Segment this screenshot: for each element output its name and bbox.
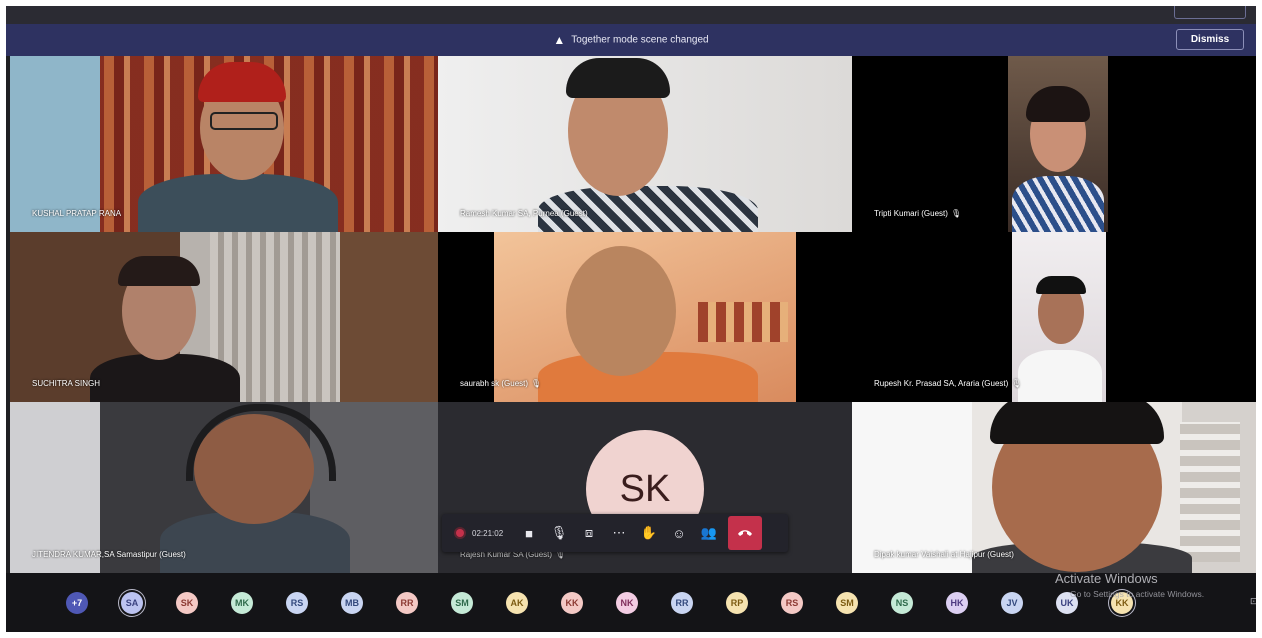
participant-avatar[interactable]: SK <box>176 592 198 614</box>
video-tile-ramesh[interactable]: Ramesh Kumar SA, Purnea (Guest) <box>438 56 852 232</box>
activation-watermark-title: Activate Windows <box>1055 571 1158 586</box>
participant-avatar[interactable]: RS <box>286 592 308 614</box>
person-body <box>1018 350 1102 402</box>
video-tile-jitendra[interactable]: JITENDRA KUMAR,SA Samastipur (Guest) <box>10 402 438 573</box>
call-timer: 02:21:02 <box>472 528 504 538</box>
participant-avatar[interactable]: NS <box>891 592 913 614</box>
video-tile-suchitra[interactable]: SUCHITRA SINGH <box>10 232 438 402</box>
participant-name: JITENDRA KUMAR,SA Samastipur (Guest) <box>32 550 186 559</box>
video-tile-saurabh[interactable]: saurabh sk (Guest) 🎙 <box>438 232 852 402</box>
hang-up-icon <box>738 530 752 536</box>
participant-name: Ramesh Kumar SA, Purnea (Guest) <box>460 209 588 218</box>
hair <box>1036 276 1086 294</box>
wall-shelf <box>698 302 788 342</box>
banner-message-row: ▲ Together mode scene changed <box>6 33 1256 47</box>
notification-banner: ▲ Together mode scene changed Dismiss <box>6 24 1256 56</box>
participant-avatar[interactable]: RP <box>726 592 748 614</box>
participant-avatar[interactable]: JV <box>1001 592 1023 614</box>
window-light <box>10 56 100 232</box>
video-tile-tripti[interactable]: Tripti Kumari (Guest) 🎙 <box>852 56 1256 232</box>
overflow-participants-button[interactable]: +7 <box>66 592 88 614</box>
teams-meeting-window: ▲ Together mode scene changed Dismiss KUS… <box>6 6 1256 632</box>
avatar-initials: SK <box>619 467 671 510</box>
recording-indicator <box>456 529 464 537</box>
participant-name: saurabh sk (Guest) 🎙 <box>460 379 542 388</box>
participant-avatar[interactable]: KK <box>561 592 583 614</box>
participant-avatar[interactable]: RS <box>781 592 803 614</box>
participant-avatar[interactable]: HK <box>946 592 968 614</box>
video-tile-dipak[interactable]: Dipak kumar Vaishali at Hajipur (Guest) <box>852 402 1256 573</box>
hair <box>990 402 1164 444</box>
share-screen-icon[interactable]: ⧈ <box>574 514 604 552</box>
person-body <box>1012 176 1104 232</box>
glasses <box>210 112 278 130</box>
person-body <box>138 174 338 232</box>
video-tile-kushal[interactable]: KUSHAL PRATAP RANA <box>10 56 438 232</box>
person-body <box>90 354 240 402</box>
side-panel-icon[interactable]: ⊡ <box>1250 596 1256 607</box>
video-tile-rupesh[interactable]: Rupesh Kr. Prasad SA, Araria (Guest) 🎙 <box>852 232 1256 402</box>
participant-avatar[interactable]: SA <box>121 592 143 614</box>
person-head <box>566 246 676 376</box>
participant-avatar[interactable]: MK <box>231 592 253 614</box>
participant-avatar[interactable]: MB <box>341 592 363 614</box>
participant-avatar[interactable]: SM <box>836 592 858 614</box>
hair <box>118 256 200 286</box>
wall-panel <box>1180 422 1240 562</box>
warning-icon: ▲ <box>553 33 566 47</box>
raise-hand-icon[interactable]: ✋ <box>634 514 664 552</box>
hang-up-button[interactable] <box>728 516 762 550</box>
participant-name: KUSHAL PRATAP RANA <box>32 209 122 218</box>
participant-name: Rupesh Kr. Prasad SA, Araria (Guest) 🎙 <box>874 379 1022 388</box>
top-strip-button[interactable] <box>1174 6 1246 19</box>
call-controls: 02:21:02 ■ 🎙 ⧈ ⋯ ✋ ☺ 👥 <box>442 514 788 552</box>
microphone-icon: 🎙 <box>1011 379 1022 388</box>
participant-name: SUCHITRA SINGH <box>32 379 101 388</box>
participant-avatar[interactable]: SM <box>451 592 473 614</box>
participant-avatar[interactable]: RR <box>396 592 418 614</box>
more-options-icon[interactable]: ⋯ <box>604 514 634 552</box>
activation-watermark-subtitle: Go to Settings to activate Windows. <box>1070 589 1205 599</box>
hair <box>566 58 670 98</box>
participant-name: Tripti Kumari (Guest) 🎙 <box>874 209 962 218</box>
banner-message: Together mode scene changed <box>571 34 709 46</box>
participant-avatar[interactable]: AK <box>506 592 528 614</box>
dismiss-button[interactable]: Dismiss <box>1176 29 1244 50</box>
chat-icon[interactable]: ☺ <box>664 514 694 552</box>
participants-icon[interactable]: 👥 <box>694 514 724 552</box>
microphone-icon: 🎙 <box>950 209 962 218</box>
participant-name: Dipak kumar Vaishali at Hajipur (Guest) <box>874 550 1014 559</box>
microphone-icon[interactable]: 🎙 <box>544 514 574 552</box>
participant-avatar[interactable]: RR <box>671 592 693 614</box>
participant-avatar[interactable]: NK <box>616 592 638 614</box>
top-strip <box>6 6 1256 24</box>
camera-icon[interactable]: ■ <box>514 514 544 552</box>
microphone-icon: 🎙 <box>531 379 542 388</box>
